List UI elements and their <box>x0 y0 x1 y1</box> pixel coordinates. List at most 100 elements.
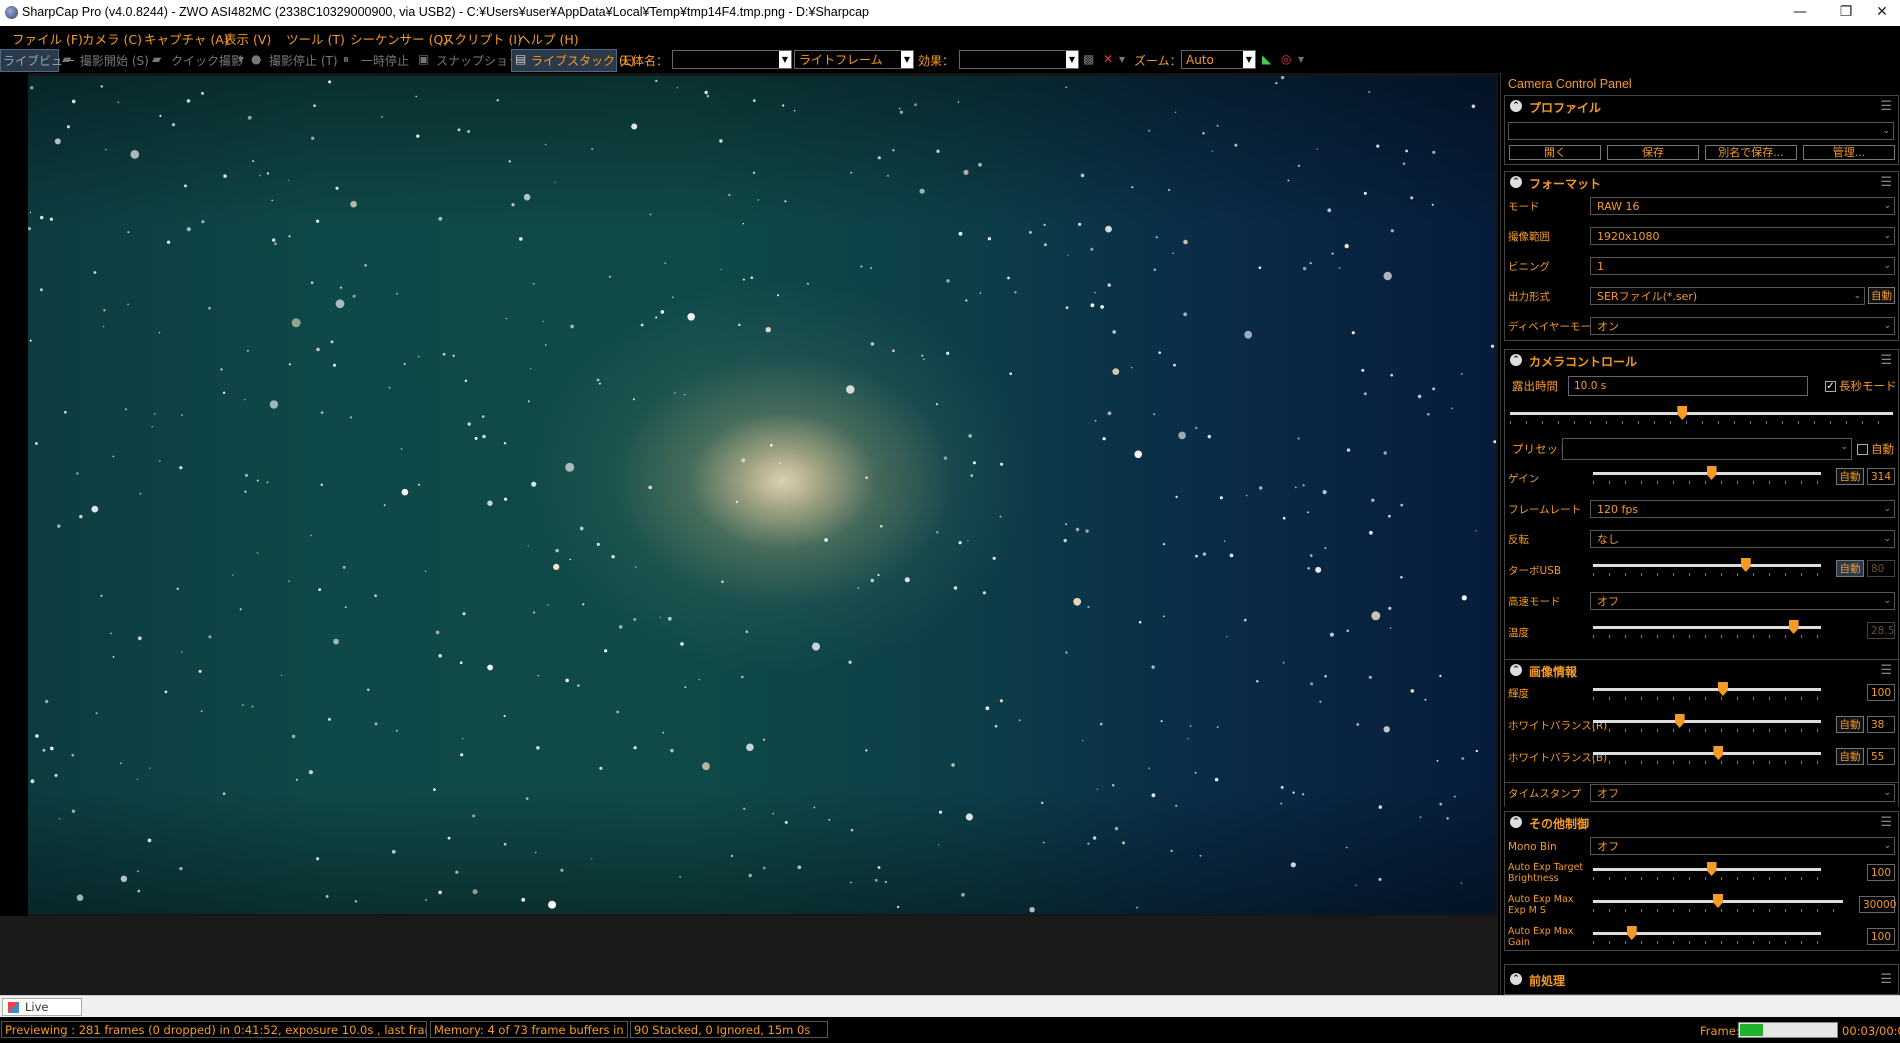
start-capture-button[interactable]: 撮影開始 (S) <box>80 52 149 69</box>
exposure-slider[interactable] <box>1510 406 1893 424</box>
chevron-up-icon[interactable]: ⌃ <box>1510 354 1522 366</box>
auto-exp-gain-label: Auto Exp Max Gain <box>1508 926 1574 948</box>
image-info-header[interactable]: ⌃ 画像情報 ☰ <box>1505 660 1898 682</box>
menu-capture[interactable]: キャプチャ (A) <box>144 29 229 48</box>
menu-camera[interactable]: カメラ (C) <box>82 29 142 48</box>
menu-tools[interactable]: ツール (T) <box>286 29 345 48</box>
tab-live-stack[interactable]: Live Stack <box>2 998 82 1031</box>
menu-sequencer[interactable]: シーケンサー (Q) <box>350 29 448 48</box>
capture-area-select[interactable]: 1920x1080 ⌄ <box>1590 227 1895 245</box>
preset-auto-checkbox[interactable] <box>1857 444 1868 455</box>
auto-exp-max-slider[interactable] <box>1593 894 1843 912</box>
wb-blue-slider-thumb[interactable] <box>1713 746 1724 760</box>
auto-exp-target-value[interactable]: 100 <box>1867 864 1895 881</box>
brightness-slider-thumb[interactable] <box>1717 682 1728 696</box>
misc-controls-header[interactable]: ⌃ その他制御 ☰ <box>1505 812 1898 834</box>
wb-red-slider-thumb[interactable] <box>1674 714 1685 728</box>
hamburger-icon[interactable]: ☰ <box>1880 175 1892 190</box>
auto-exp-target-slider-thumb[interactable] <box>1706 862 1717 876</box>
pause-button[interactable]: 一時停止 <box>361 52 409 69</box>
histogram-icon[interactable]: ▩ <box>1083 52 1094 66</box>
chevron-up-icon[interactable]: ⌃ <box>1510 664 1522 676</box>
effect-combo[interactable]: ▼ <box>959 50 1079 69</box>
chevron-down-icon[interactable]: ▾ <box>238 52 244 66</box>
hamburger-icon[interactable]: ☰ <box>1880 353 1892 368</box>
auto-exp-max-value[interactable]: 30000 <box>1859 896 1896 913</box>
gain-value[interactable]: 314 <box>1867 468 1895 485</box>
brightness-value[interactable]: 100 <box>1867 684 1895 701</box>
gain-slider[interactable] <box>1593 466 1821 484</box>
exposure-input[interactable]: 10.0 s <box>1568 376 1808 396</box>
crosshair-icon[interactable]: ✕ <box>1103 52 1113 66</box>
hamburger-icon[interactable]: ☰ <box>1880 972 1892 987</box>
menu-help[interactable]: ヘルプ (H) <box>518 29 579 48</box>
timestamp-select[interactable]: オフ ⌄ <box>1590 784 1895 802</box>
star <box>1302 793 1305 796</box>
binning-select[interactable]: 1 ⌄ <box>1590 257 1895 275</box>
chevron-up-icon[interactable]: ⌃ <box>1510 176 1522 188</box>
turbo-usb-value[interactable]: 80 <box>1867 560 1895 577</box>
minimize-button[interactable]: — <box>1777 0 1823 26</box>
flip-select[interactable]: なし ⌄ <box>1590 530 1895 548</box>
debayer-select[interactable]: オン ⌄ <box>1590 317 1895 335</box>
auto-exp-max-slider-thumb[interactable] <box>1713 894 1723 908</box>
menu-script[interactable]: スクリプト (I) <box>442 29 522 48</box>
high-speed-select[interactable]: オフ ⌄ <box>1590 592 1895 610</box>
exposure-slider-thumb[interactable] <box>1677 406 1688 420</box>
wb-blue-value[interactable]: 55 <box>1867 748 1895 765</box>
profile-select[interactable]: ⌄ <box>1508 122 1894 140</box>
stop-capture-button[interactable]: 撮影停止 (T) <box>269 52 338 69</box>
gain-slider-thumb[interactable] <box>1706 466 1717 480</box>
mono-bin-select[interactable]: オフ ⌄ <box>1590 837 1895 855</box>
turbo-usb-auto-button[interactable]: 自動 <box>1836 560 1864 577</box>
manage-profile-button[interactable]: 管理... <box>1803 145 1895 160</box>
gain-auto-button[interactable]: 自動 <box>1836 468 1864 485</box>
chevron-up-icon[interactable]: ⌃ <box>1510 973 1522 985</box>
hamburger-icon[interactable]: ☰ <box>1880 663 1892 678</box>
wb-red-value[interactable]: 38 <box>1867 716 1895 733</box>
output-format-select[interactable]: SERファイル(*.ser) ⌄ <box>1590 287 1865 305</box>
star <box>1105 225 1112 233</box>
target-icon[interactable]: ◎ <box>1281 52 1291 66</box>
auto-exp-gain-value[interactable]: 100 <box>1867 928 1895 945</box>
auto-exp-gain-slider-thumb[interactable] <box>1626 926 1637 940</box>
zoom-combo[interactable]: Auto ▼ <box>1181 50 1256 69</box>
wb-blue-auto-button[interactable]: 自動 <box>1836 748 1864 765</box>
chevron-up-icon[interactable]: ⌃ <box>1510 100 1522 112</box>
wb-red-slider[interactable] <box>1593 714 1821 732</box>
histogram-icon[interactable]: ◣ <box>1262 52 1271 66</box>
close-button[interactable]: ✕ <box>1864 0 1900 26</box>
chevron-up-icon[interactable]: ⌃ <box>1510 816 1522 828</box>
hamburger-icon[interactable]: ☰ <box>1880 99 1892 114</box>
wb-red-auto-button[interactable]: 自動 <box>1836 716 1864 733</box>
open-profile-button[interactable]: 開く <box>1509 145 1601 160</box>
menu-file[interactable]: ファイル (F) <box>12 29 83 48</box>
maximize-button[interactable]: ❐ <box>1823 0 1869 26</box>
output-format-auto-button[interactable]: 自動 <box>1868 287 1895 304</box>
turbo-usb-slider-thumb[interactable] <box>1740 558 1751 572</box>
target-name-combo[interactable]: ▼ <box>672 50 792 69</box>
preset-select[interactable]: ⌄ <box>1562 438 1852 460</box>
auto-exp-target-slider[interactable] <box>1593 862 1821 880</box>
format-header[interactable]: ⌃ フォーマット ☰ <box>1505 172 1898 194</box>
chevron-down-icon[interactable]: ▾ <box>1119 52 1125 66</box>
turbo-usb-slider[interactable] <box>1593 558 1821 576</box>
camera-controls-header[interactable]: ⌃ カメラコントロール ☰ <box>1505 350 1898 372</box>
live-image[interactable] <box>28 76 1496 914</box>
mode-select[interactable]: RAW 16 ⌄ <box>1590 197 1895 215</box>
auto-exp-gain-slider[interactable] <box>1593 926 1821 944</box>
save-profile-button[interactable]: 保存 <box>1607 145 1699 160</box>
chevron-down-icon[interactable]: ▾ <box>1298 52 1304 66</box>
star <box>66 125 70 129</box>
save-as-profile-button[interactable]: 別名で保存... <box>1705 145 1797 160</box>
wb-blue-slider[interactable] <box>1593 746 1821 764</box>
frame-type-combo[interactable]: ライトフレーム ▼ <box>794 50 914 69</box>
quick-capture-button[interactable]: クイック撮影 <box>171 52 243 69</box>
preprocessing-header[interactable]: ⌃ 前処理 ☰ <box>1505 969 1898 991</box>
framerate-select[interactable]: 120 fps ⌄ <box>1590 500 1895 518</box>
profile-header[interactable]: ⌃ プロファイル ☰ <box>1505 96 1898 118</box>
brightness-slider[interactable] <box>1593 682 1821 700</box>
hamburger-icon[interactable]: ☰ <box>1880 815 1892 830</box>
menu-view[interactable]: 表示 (V) <box>224 29 271 48</box>
long-exposure-checkbox[interactable]: ✓ <box>1825 381 1836 392</box>
